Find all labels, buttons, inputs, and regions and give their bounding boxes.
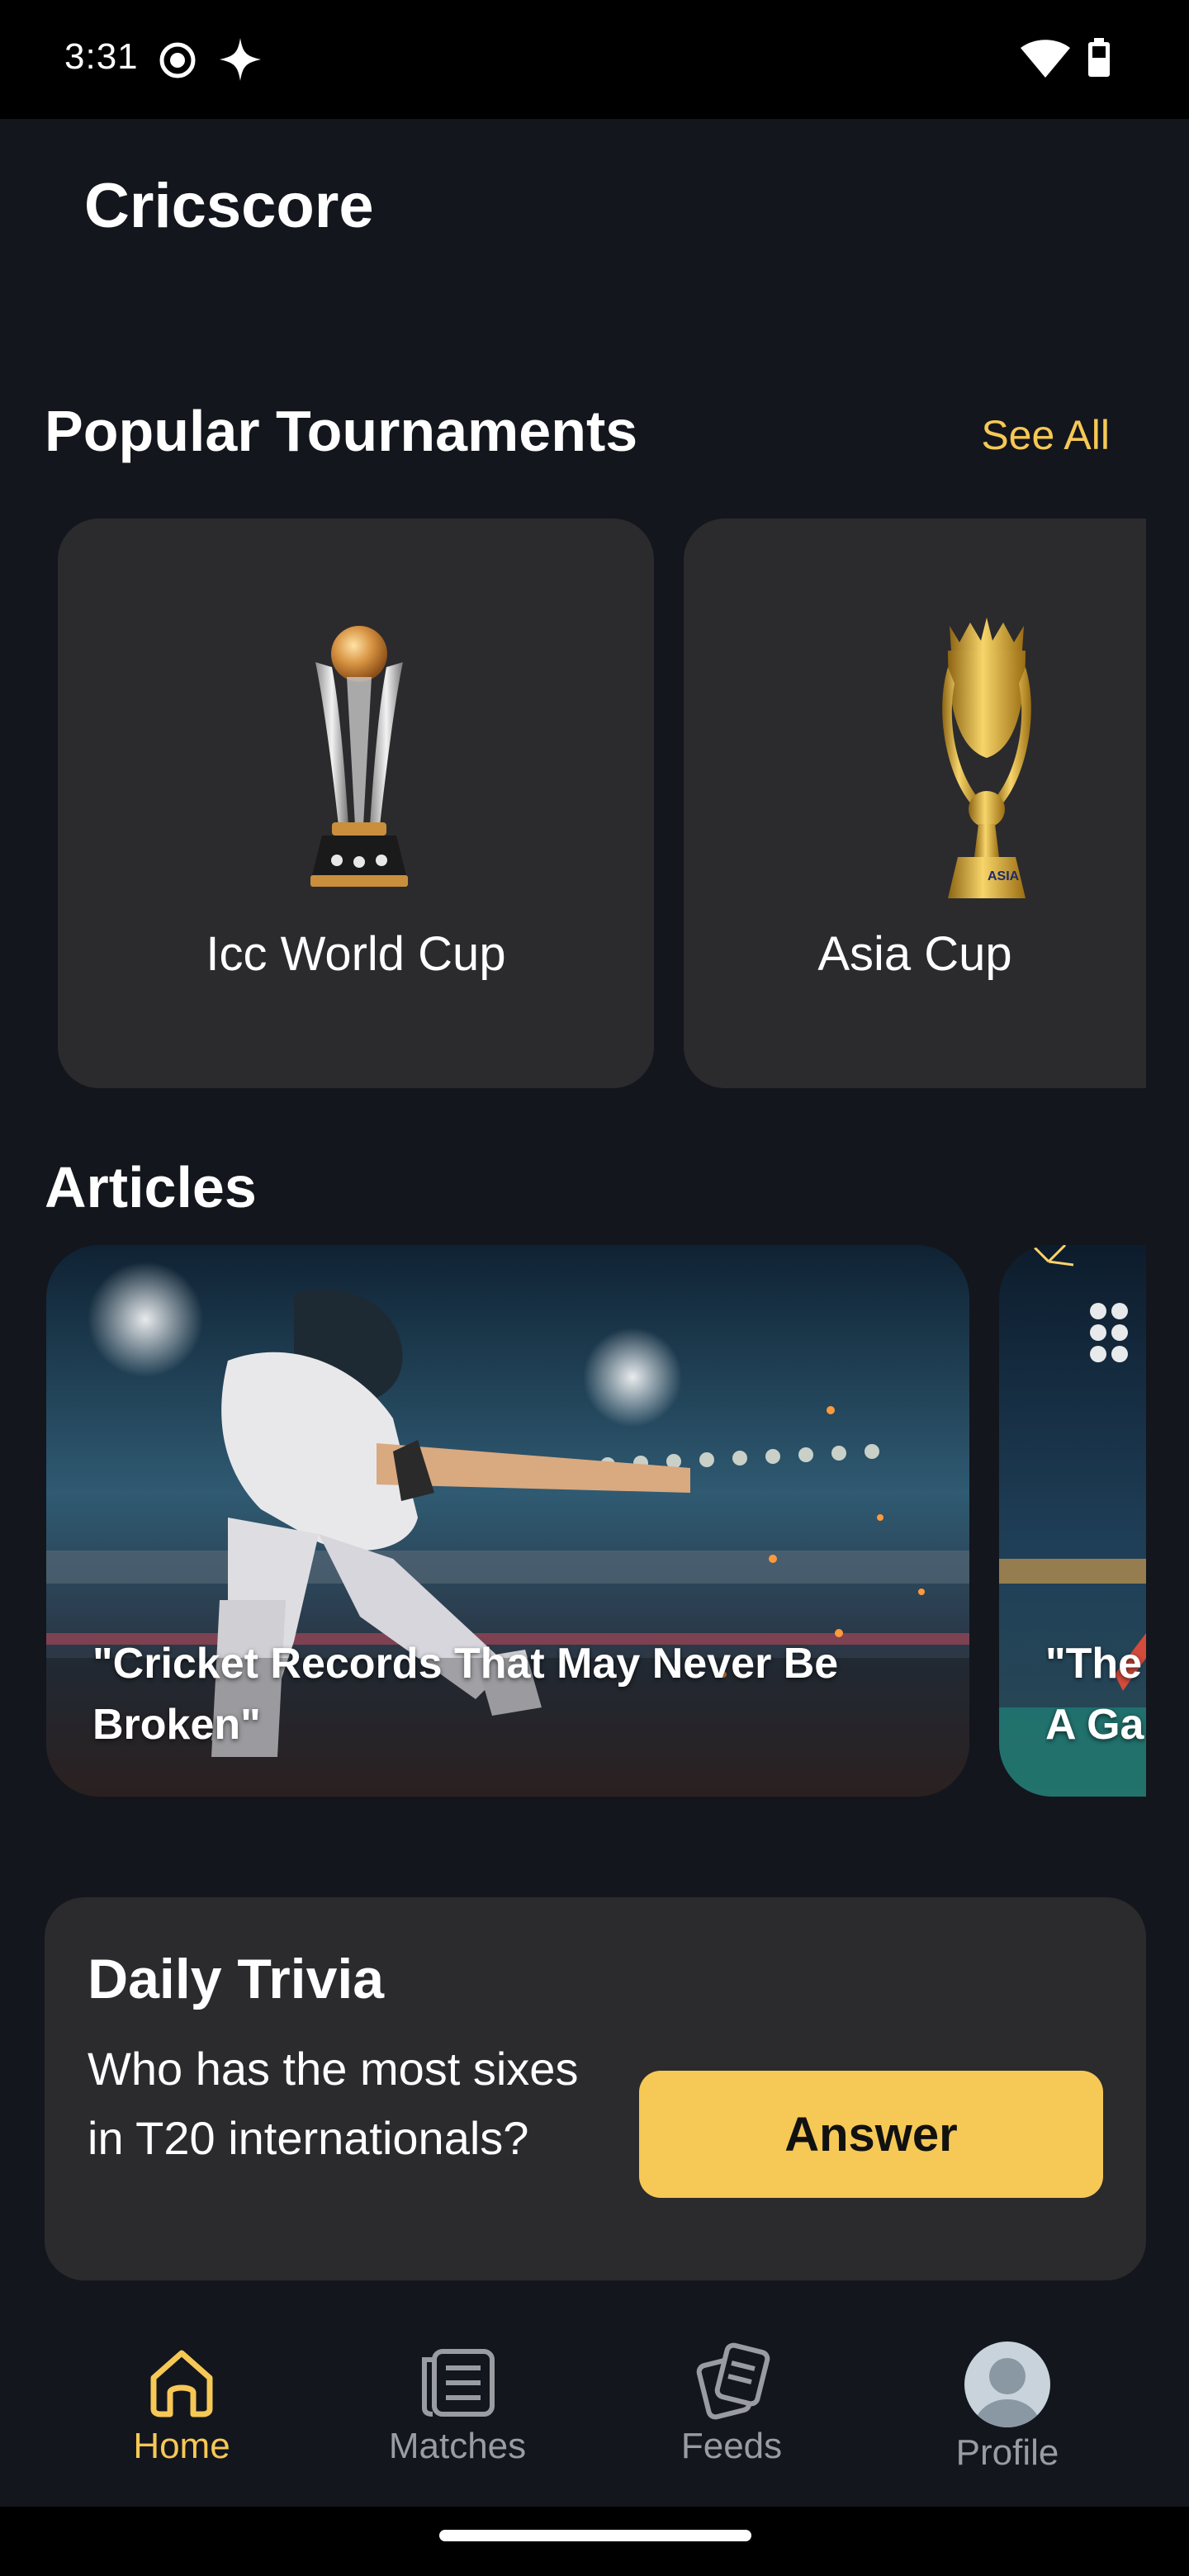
nav-label-profile: Profile	[955, 2432, 1059, 2473]
tournament-name: Icc World Cup	[206, 927, 506, 981]
home-icon	[150, 2350, 213, 2417]
bottom-nav: Home Matches Feeds Profile	[0, 2312, 1189, 2507]
nav-item-profile[interactable]: Profile	[883, 2342, 1131, 2474]
home-indicator[interactable]	[439, 2530, 751, 2541]
tournament-card-asia-cup[interactable]: ASIA Asia Cup	[684, 519, 1146, 1088]
articles-title: Articles	[45, 1155, 257, 1219]
wifi-icon	[1021, 40, 1070, 82]
status-bar: 3:31	[0, 0, 1189, 119]
nav-label-feeds: Feeds	[680, 2426, 783, 2466]
feeds-icon	[696, 2342, 770, 2420]
nav-item-home[interactable]: Home	[58, 2342, 306, 2467]
battery-icon	[1087, 38, 1111, 82]
nav-item-matches[interactable]: Matches	[334, 2342, 581, 2467]
trivia-question: Who has the most sixes in T20 internatio…	[88, 2043, 579, 2164]
app-title: Cricscore	[84, 171, 374, 241]
daily-trivia-card: Daily Trivia Who has the most sixes in T…	[45, 1897, 1146, 2280]
matches-icon	[422, 2349, 495, 2417]
tournament-name: Asia Cup	[817, 927, 1012, 981]
tournament-card-icc-world-cup[interactable]: Icc World Cup	[58, 519, 654, 1088]
asia-cup-trophy-lettering: ASIA	[988, 869, 1020, 883]
system-home-bar	[0, 2507, 1189, 2576]
trivia-title: Daily Trivia	[88, 1948, 385, 2010]
nav-item-feeds[interactable]: Feeds	[608, 2342, 855, 2467]
icc-world-cup-trophy-icon	[297, 619, 421, 904]
asia-cup-trophy-icon: ASIA	[933, 618, 1040, 911]
avatar	[964, 2342, 1050, 2427]
status-time: 3:31	[64, 36, 139, 77]
answer-button[interactable]: Answer	[639, 2071, 1103, 2198]
screen-record-icon	[159, 41, 197, 83]
article-title: "Cricket Records That May Never Be Broke…	[92, 1640, 839, 1749]
nav-label-matches: Matches	[388, 2426, 527, 2466]
article-card[interactable]: "Cricket Records That May Never Be Broke…	[46, 1245, 969, 1797]
see-all-link[interactable]: See All	[981, 411, 1110, 459]
article-card[interactable]: "The A Ga	[999, 1245, 1146, 1797]
sparkle-icon	[220, 38, 261, 85]
article-title: "The A Ga	[1045, 1640, 1144, 1749]
nav-label-home: Home	[133, 2426, 230, 2466]
popular-tournaments-title: Popular Tournaments	[45, 399, 638, 463]
